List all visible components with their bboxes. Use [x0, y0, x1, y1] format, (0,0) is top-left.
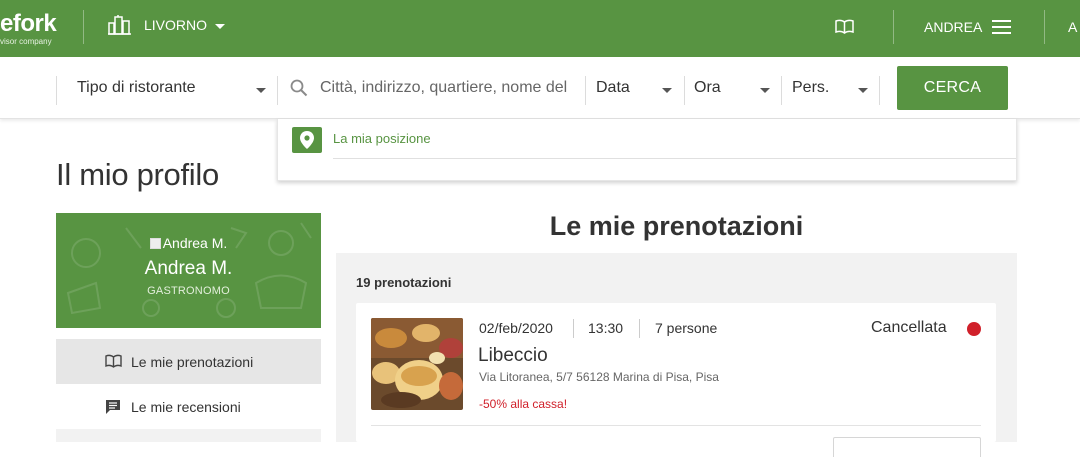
- sidebar-item-reviews[interactable]: Le mie recensioni: [56, 384, 321, 429]
- logo-subtitle: visor company: [0, 37, 52, 46]
- sidebar-next-item: [56, 429, 321, 442]
- time-label: Ora: [694, 79, 721, 96]
- promo-badge: -50% alla cassa!: [479, 397, 568, 411]
- user-name: ANDREA: [924, 19, 983, 35]
- profile-name: Andrea M.: [144, 258, 233, 279]
- divider: [333, 158, 1016, 159]
- search-button[interactable]: CERCA: [897, 66, 1008, 110]
- hamburger-icon: [992, 20, 1012, 34]
- page-title: Il mio profilo: [56, 157, 219, 192]
- sidebar-item-reservations[interactable]: Le mie prenotazioni: [56, 339, 321, 384]
- extra-nav-link[interactable]: A: [1068, 19, 1077, 35]
- chevron-down-icon: [662, 88, 672, 93]
- chevron-down-icon: [760, 88, 770, 93]
- divider: [684, 76, 685, 105]
- divider: [781, 76, 782, 105]
- divider: [371, 425, 981, 426]
- book-icon[interactable]: [835, 19, 854, 34]
- profile-rank: GASTRONOMO: [147, 285, 230, 297]
- date-label: Data: [596, 79, 630, 96]
- my-location-option[interactable]: La mia posizione: [333, 131, 431, 146]
- people-label: Pers.: [792, 79, 830, 96]
- city-name: LIVORNO: [144, 17, 208, 33]
- avatar-alt-text: Andrea M.: [162, 235, 228, 251]
- restaurant-type-select[interactable]: Tipo di ristorante: [77, 75, 196, 101]
- location-suggestions-dropdown: La mia posizione: [277, 119, 1017, 181]
- reservation-date: 02/feb/2020: [479, 320, 553, 336]
- status-dot-icon: [967, 322, 981, 336]
- logo[interactable]: efork visor company: [0, 10, 57, 47]
- review-icon: [105, 399, 121, 415]
- restaurant-type-label: Tipo di ristorante: [77, 79, 196, 96]
- reservation-action-button[interactable]: [833, 437, 981, 457]
- restaurant-address: Via Litoranea, 5/7 56128 Marina di Pisa,…: [479, 370, 719, 384]
- search-icon: [290, 79, 308, 97]
- divider: [56, 76, 57, 105]
- reservation-party-size: 7 persone: [655, 320, 718, 336]
- reservation-status: Cancellata: [871, 319, 947, 336]
- restaurant-photo[interactable]: [371, 318, 463, 410]
- divider: [879, 76, 880, 105]
- city-icon: [108, 15, 132, 35]
- chevron-down-icon: [215, 24, 226, 29]
- chevron-down-icon: [858, 88, 868, 93]
- divider: [573, 319, 574, 338]
- book-icon: [105, 354, 122, 368]
- reservations-count: 19 prenotazioni: [356, 275, 452, 290]
- divider: [585, 76, 586, 105]
- profile-card: Andrea M. Andrea M. GASTRONOMO: [56, 213, 321, 328]
- user-menu[interactable]: ANDREA: [924, 19, 1012, 35]
- divider: [1044, 10, 1045, 44]
- chevron-down-icon: [256, 88, 266, 93]
- top-navigation-bar: efork visor company LIVORNO ANDREA A: [0, 0, 1080, 57]
- search-bar: Tipo di ristorante Data Ora Pers. CERCA: [0, 57, 1080, 119]
- sidebar-item-label: Le mie recensioni: [131, 398, 241, 415]
- time-select[interactable]: Ora: [694, 75, 721, 101]
- divider: [83, 10, 84, 44]
- broken-image-icon: [149, 238, 161, 249]
- reservation-time: 13:30: [588, 320, 624, 336]
- logo-text: efork: [0, 10, 57, 37]
- divider: [893, 10, 894, 44]
- avatar: Andrea M.: [56, 235, 321, 251]
- divider: [639, 319, 640, 338]
- city-selector[interactable]: LIVORNO: [108, 10, 226, 40]
- reservations-title: Le mie prenotazioni: [549, 211, 804, 241]
- location-search-input[interactable]: [320, 77, 572, 99]
- people-select[interactable]: Pers.: [792, 75, 829, 101]
- restaurant-name[interactable]: Libeccio: [478, 345, 548, 367]
- date-select[interactable]: Data: [596, 75, 630, 101]
- location-pin-icon: [292, 127, 322, 153]
- sidebar-item-label: Le mie prenotazioni: [131, 353, 254, 370]
- divider: [277, 76, 278, 105]
